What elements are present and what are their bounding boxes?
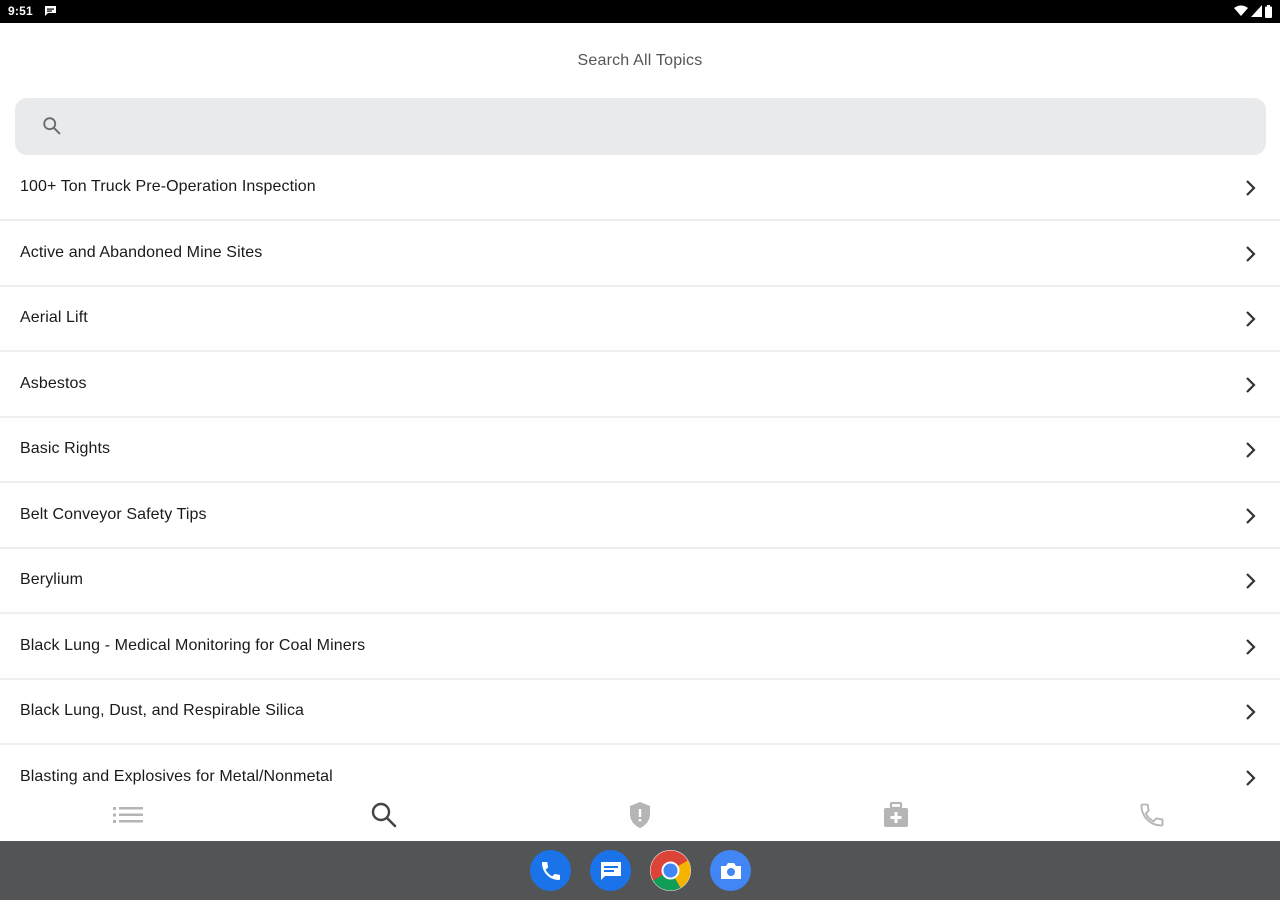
search-icon: [43, 117, 61, 135]
list-item[interactable]: Black Lung, Dust, and Respirable Silica: [0, 680, 1280, 745]
search-icon: [371, 802, 397, 828]
phone-icon: [1140, 803, 1164, 827]
search-box[interactable]: [15, 98, 1266, 155]
dock-messages-app[interactable]: [590, 850, 631, 891]
list-item[interactable]: Active and Abandoned Mine Sites: [0, 222, 1280, 287]
tab-call[interactable]: [1134, 797, 1170, 833]
list-item[interactable]: Black Lung - Medical Monitoring for Coal…: [0, 615, 1280, 680]
list-item-label: Berylium: [20, 571, 84, 588]
camera-icon: [720, 862, 741, 879]
signal-icon: [1251, 5, 1262, 17]
list-item-label: Basic Rights: [20, 440, 111, 457]
messages-icon: [600, 861, 621, 880]
list-item[interactable]: Asbestos: [0, 353, 1280, 418]
list-item-label: Blasting and Explosives for Metal/Nonmet…: [20, 767, 333, 785]
list-item[interactable]: Basic Rights: [0, 418, 1280, 483]
chevron-right-icon: [1246, 442, 1256, 458]
dock-camera-app[interactable]: [710, 850, 751, 891]
first-aid-kit-icon: [884, 802, 908, 827]
message-icon: [45, 6, 56, 16]
tab-bar: [0, 789, 1280, 841]
tab-first-aid[interactable]: [878, 797, 914, 833]
list-item[interactable]: Berylium: [0, 549, 1280, 614]
phone-icon: [541, 861, 560, 880]
chevron-right-icon: [1246, 180, 1256, 196]
list-item-label: Black Lung, Dust, and Respirable Silica: [20, 702, 305, 719]
chrome-icon: [650, 850, 691, 891]
list-item-label: Aerial Lift: [20, 309, 88, 326]
list-item-label: Black Lung - Medical Monitoring for Coal…: [20, 636, 366, 654]
chevron-right-icon: [1246, 376, 1256, 393]
chevron-right-icon: [1246, 638, 1256, 655]
dock: [0, 841, 1280, 900]
tab-search[interactable]: [366, 797, 402, 833]
dock-chrome-app[interactable]: [650, 850, 691, 891]
topic-list[interactable]: 100+ Ton Truck Pre-Operation Inspection …: [0, 156, 1280, 789]
battery-icon: [1265, 4, 1272, 18]
shield-icon: [630, 802, 650, 828]
status-bar: 9:51: [0, 0, 1280, 23]
search-input[interactable]: [77, 98, 1237, 155]
list-item-label: Active and Abandoned Mine Sites: [20, 243, 263, 261]
chevron-right-icon: [1246, 311, 1256, 327]
list-item[interactable]: Blasting and Explosives for Metal/Nonmet…: [0, 746, 1280, 790]
wifi-icon: [1234, 5, 1248, 16]
list-item-label: 100+ Ton Truck Pre-Operation Inspection: [20, 178, 316, 195]
list-item[interactable]: Belt Conveyor Safety Tips: [0, 484, 1280, 549]
tab-list[interactable]: [110, 797, 146, 833]
list-item-label: Asbestos: [20, 374, 87, 392]
list-item[interactable]: 100+ Ton Truck Pre-Operation Inspection: [0, 156, 1280, 221]
page-title: Search All Topics: [577, 52, 703, 69]
list-item-label: Belt Conveyor Safety Tips: [20, 505, 207, 523]
status-icons: [1234, 4, 1272, 18]
chevron-right-icon: [1246, 507, 1256, 524]
dock-phone-app[interactable]: [530, 850, 571, 891]
status-time: 9:51: [8, 4, 33, 18]
chevron-right-icon: [1246, 769, 1256, 786]
tab-safety[interactable]: [622, 797, 658, 833]
chevron-right-icon: [1246, 704, 1256, 720]
chevron-right-icon: [1246, 573, 1256, 589]
list-item[interactable]: Aerial Lift: [0, 287, 1280, 352]
chevron-right-icon: [1246, 245, 1256, 262]
list-icon: [113, 807, 143, 823]
